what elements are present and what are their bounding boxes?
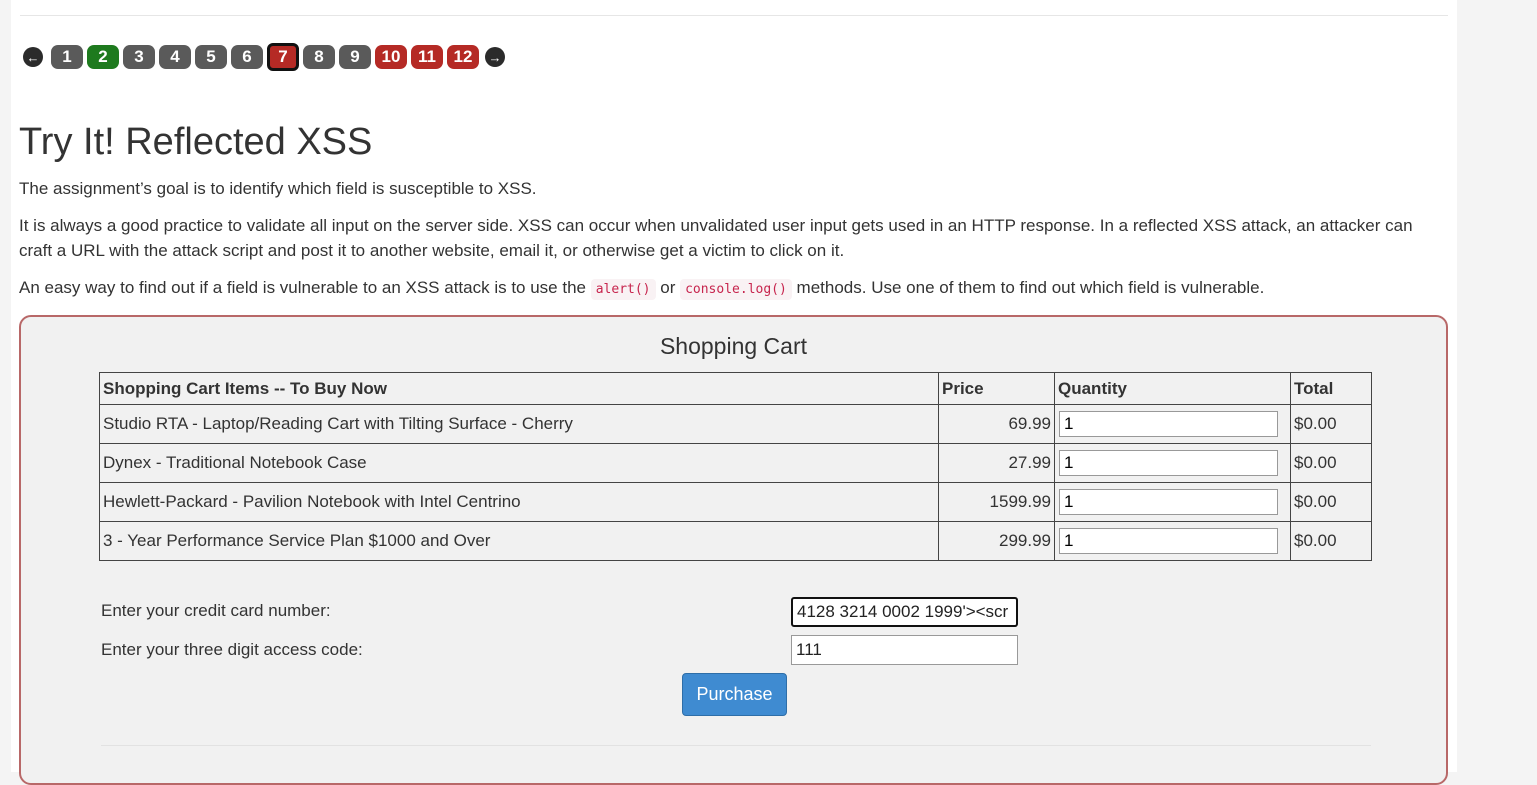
alert-code: alert() xyxy=(590,279,656,300)
item-total: $0.00 xyxy=(1290,482,1372,522)
quantity-cell xyxy=(1054,404,1291,444)
console-log-code: console.log() xyxy=(680,279,792,300)
page-number-button[interactable]: 6 xyxy=(231,45,263,69)
table-row: Hewlett-Packard - Pavilion Notebook with… xyxy=(99,482,1372,522)
page-number-button[interactable]: 10 xyxy=(375,45,407,69)
item-price: 27.99 xyxy=(938,443,1055,483)
credit-card-label: Enter your credit card number: xyxy=(101,601,331,620)
page-number-button[interactable]: 1 xyxy=(51,45,83,69)
lesson-hint-text: An easy way to find out if a field is vu… xyxy=(19,275,1439,302)
quantity-input[interactable] xyxy=(1059,528,1278,554)
table-row: Studio RTA - Laptop/Reading Cart with Ti… xyxy=(99,404,1372,444)
attack-container: Shopping Cart Shopping Cart Items -- To … xyxy=(19,315,1448,785)
lesson-pager: ← 1 2 3 4 5 6 7 8 9 10 11 12 → xyxy=(23,43,505,71)
credit-card-input[interactable] xyxy=(791,597,1018,627)
column-header-total: Total xyxy=(1290,372,1372,405)
page-number-list: 1 2 3 4 5 6 7 8 9 10 11 12 xyxy=(51,43,483,71)
purchase-button[interactable]: Purchase xyxy=(682,673,787,716)
quantity-cell xyxy=(1054,521,1291,561)
quantity-input[interactable] xyxy=(1059,450,1278,476)
page-number-button[interactable]: 3 xyxy=(123,45,155,69)
column-header-quantity: Quantity xyxy=(1054,372,1291,405)
lesson-explanation-text: It is always a good practice to validate… xyxy=(19,216,1413,260)
item-total: $0.00 xyxy=(1290,521,1372,561)
page-number-button[interactable]: 7 xyxy=(267,43,299,71)
hint-text-after: methods. Use one of them to find out whi… xyxy=(791,278,1265,297)
quantity-cell xyxy=(1054,443,1291,483)
page-title: Try It! Reflected XSS xyxy=(19,121,373,163)
table-row: Dynex - Traditional Notebook Case 27.99 … xyxy=(99,443,1372,483)
item-total: $0.00 xyxy=(1290,443,1372,483)
item-name: 3 - Year Performance Service Plan $1000 … xyxy=(99,521,939,561)
item-total: $0.00 xyxy=(1290,404,1372,444)
item-price: 69.99 xyxy=(938,404,1055,444)
cart-title: Shopping Cart xyxy=(659,333,808,359)
page-number-button[interactable]: 2 xyxy=(87,45,119,69)
table-header-row: Shopping Cart Items -- To Buy Now Price … xyxy=(99,372,1372,405)
item-name: Studio RTA - Laptop/Reading Cart with Ti… xyxy=(99,404,939,444)
item-name: Dynex - Traditional Notebook Case xyxy=(99,443,939,483)
page-number-button[interactable]: 11 xyxy=(411,45,443,69)
lesson-page: ← 1 2 3 4 5 6 7 8 9 10 11 12 → Try It! Reflected XS… xyxy=(11,0,1457,785)
quantity-input[interactable] xyxy=(1059,411,1278,437)
page-number-button[interactable]: 8 xyxy=(303,45,335,69)
top-divider xyxy=(20,15,1448,16)
form-divider xyxy=(101,745,1371,746)
arrow-left-circle-icon[interactable]: ← xyxy=(23,47,43,67)
page-number-button[interactable]: 9 xyxy=(339,45,371,69)
hint-text-mid: or xyxy=(655,278,681,297)
lesson-goal-text: The assignment’s goal is to identify whi… xyxy=(19,179,537,198)
table-row: 3 - Year Performance Service Plan $1000 … xyxy=(99,521,1372,561)
access-code-input[interactable] xyxy=(791,635,1018,665)
access-code-label: Enter your three digit access code: xyxy=(101,640,363,659)
item-price: 299.99 xyxy=(938,521,1055,561)
shopping-cart-table: Shopping Cart Items -- To Buy Now Price … xyxy=(99,372,1372,561)
quantity-input[interactable] xyxy=(1059,489,1278,515)
page-number-button[interactable]: 4 xyxy=(159,45,191,69)
column-header-item: Shopping Cart Items -- To Buy Now xyxy=(99,372,939,405)
quantity-cell xyxy=(1054,482,1291,522)
page-number-button[interactable]: 5 xyxy=(195,45,227,69)
arrow-right-circle-icon[interactable]: → xyxy=(485,47,505,67)
item-price: 1599.99 xyxy=(938,482,1055,522)
column-header-price: Price xyxy=(938,372,1055,405)
page-number-button[interactable]: 12 xyxy=(447,45,479,69)
item-name: Hewlett-Packard - Pavilion Notebook with… xyxy=(99,482,939,522)
hint-text-before: An easy way to find out if a field is vu… xyxy=(19,278,591,297)
